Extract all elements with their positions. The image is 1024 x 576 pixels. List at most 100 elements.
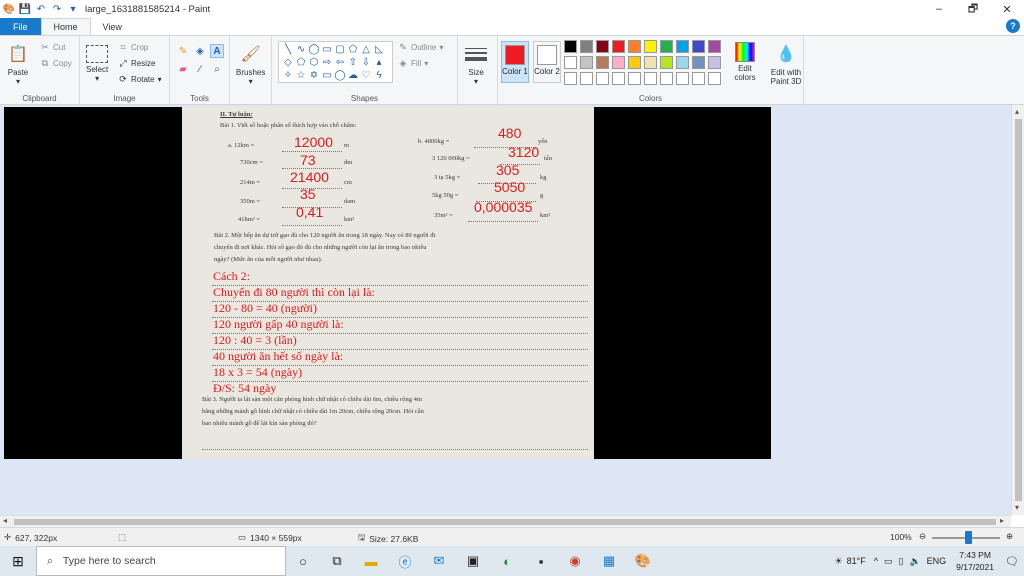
palette-swatch[interactable] xyxy=(676,56,689,69)
outline-button[interactable]: ✎ Outline ▾ xyxy=(398,42,443,52)
cloud-callout-shape-icon[interactable]: ☁ xyxy=(347,70,359,81)
color1-button[interactable]: Color 1 xyxy=(501,41,529,83)
four-point-star-shape-icon[interactable]: ✧ xyxy=(282,70,294,81)
fill-button[interactable]: ◈ Fill ▾ xyxy=(398,58,429,68)
palette-swatch[interactable] xyxy=(708,56,721,69)
tray-overflow-icon[interactable]: ^ xyxy=(874,556,878,566)
zoom-in-icon[interactable]: ⊕ xyxy=(1006,531,1013,542)
hexagon-shape-icon[interactable]: ⬡ xyxy=(308,57,320,68)
language-indicator[interactable]: ENG xyxy=(927,556,947,566)
five-point-star-shape-icon[interactable]: ☆ xyxy=(295,70,307,81)
edge-icon[interactable]: ◐ xyxy=(490,546,524,576)
color-picker-icon[interactable]: ⁄ xyxy=(193,62,207,76)
line-shape-icon[interactable]: ╲ xyxy=(282,44,294,55)
palette-swatch[interactable] xyxy=(628,56,641,69)
six-point-star-shape-icon[interactable]: ✡ xyxy=(308,70,320,81)
store-icon[interactable]: ▣ xyxy=(456,546,490,576)
chrome-icon[interactable]: ◉ xyxy=(558,546,592,576)
palette-swatch[interactable] xyxy=(564,56,577,69)
palette-swatch[interactable] xyxy=(612,56,625,69)
crop-button[interactable]: ⌗ Crop xyxy=(118,42,148,52)
edit-with-paint3d-button[interactable]: 💧 Edit with Paint 3D xyxy=(766,42,806,86)
fill-bucket-icon[interactable]: ◈ xyxy=(193,44,207,58)
diamond-shape-icon[interactable]: ◇ xyxy=(282,57,294,68)
palette-swatch[interactable] xyxy=(628,40,641,53)
palette-swatch[interactable] xyxy=(564,40,577,53)
pentagon-shape-icon[interactable]: ⬠ xyxy=(295,57,307,68)
palette-swatch[interactable] xyxy=(644,56,657,69)
palette-swatch[interactable] xyxy=(660,40,673,53)
brushes-button[interactable]: 🖌 Brushes ▾ xyxy=(236,42,265,86)
edge-legacy-icon[interactable]: ⓔ xyxy=(388,546,422,576)
up-arrow-shape-icon[interactable]: ⇧ xyxy=(347,57,359,68)
redo-icon[interactable]: ↷ xyxy=(51,3,63,15)
notifications-icon[interactable]: 🗨 xyxy=(1000,555,1024,568)
left-arrow-shape-icon[interactable]: ⇦ xyxy=(334,57,346,68)
save-icon[interactable]: 💾 xyxy=(19,3,31,15)
tab-home[interactable]: Home xyxy=(40,18,91,35)
palette-swatch[interactable] xyxy=(692,72,705,85)
cut-button[interactable]: ✂ Cut xyxy=(40,42,65,52)
zoom-slider-thumb[interactable] xyxy=(965,531,972,544)
copy-button[interactable]: ⧉ Copy xyxy=(40,58,72,68)
color2-button[interactable]: Color 2 xyxy=(533,41,561,83)
battery-icon[interactable]: ▯ xyxy=(898,556,903,567)
zoom-out-icon[interactable]: ⊖ xyxy=(919,531,926,542)
palette-swatch[interactable] xyxy=(596,40,609,53)
oval-callout-shape-icon[interactable]: ◯ xyxy=(334,70,346,81)
paint-taskbar-icon[interactable]: 🎨 xyxy=(626,546,660,576)
lightning-shape-icon[interactable]: ϟ xyxy=(373,70,385,81)
network-icon[interactable]: ▭ xyxy=(884,556,893,567)
resize-button[interactable]: ⤢ Resize xyxy=(118,58,155,68)
right-arrow-shape-icon[interactable]: ⇨ xyxy=(321,57,333,68)
task-view-icon[interactable]: ⧉ xyxy=(320,546,354,576)
scroll-shapes-icon[interactable]: ▴ xyxy=(373,57,385,68)
palette-swatch[interactable] xyxy=(644,72,657,85)
scroll-left-icon[interactable]: ◂ xyxy=(3,516,7,525)
cortana-icon[interactable]: ○ xyxy=(286,546,320,576)
close-button[interactable]: ✕ xyxy=(990,0,1024,18)
down-arrow-shape-icon[interactable]: ⇩ xyxy=(360,57,372,68)
select-button[interactable]: Select ▾ xyxy=(86,42,108,83)
palette-swatch[interactable] xyxy=(580,40,593,53)
palette-swatch[interactable] xyxy=(580,56,593,69)
app-icon[interactable]: ▪ xyxy=(524,546,558,576)
horizontal-scroll-thumb[interactable] xyxy=(14,519,996,525)
volume-icon[interactable]: 🔈 xyxy=(909,556,920,567)
palette-swatch[interactable] xyxy=(660,72,673,85)
palette-swatch[interactable] xyxy=(612,40,625,53)
rect-callout-shape-icon[interactable]: ▭ xyxy=(321,70,333,81)
scroll-right-icon[interactable]: ▸ xyxy=(1000,516,1004,525)
taskbar-search-box[interactable]: ⌕ Type here to search xyxy=(36,546,286,576)
palette-swatch[interactable] xyxy=(596,56,609,69)
undo-icon[interactable]: ↶ xyxy=(35,3,47,15)
magnifier-icon[interactable]: ⌕ xyxy=(210,62,224,76)
customize-quick-access-icon[interactable]: ▾ xyxy=(67,3,79,15)
palette-swatch[interactable] xyxy=(692,56,705,69)
rounded-rectangle-shape-icon[interactable]: ▢ xyxy=(334,44,346,55)
palette-swatch[interactable] xyxy=(692,40,705,53)
eraser-icon[interactable]: ▰ xyxy=(176,62,190,76)
tab-file[interactable]: File xyxy=(0,18,41,35)
maximize-button[interactable]: 🗗 xyxy=(956,0,990,18)
rectangle-shape-icon[interactable]: ▭ xyxy=(321,44,333,55)
right-triangle-shape-icon[interactable]: ◺ xyxy=(373,44,385,55)
palette-swatch[interactable] xyxy=(676,40,689,53)
paste-button[interactable]: 📋 Paste ▾ xyxy=(6,42,30,86)
palette-swatch[interactable] xyxy=(564,72,577,85)
edit-colors-button[interactable]: Edit colors xyxy=(730,42,760,82)
palette-swatch[interactable] xyxy=(708,72,721,85)
palette-swatch[interactable] xyxy=(628,72,641,85)
rotate-button[interactable]: ⟳ Rotate ▾ xyxy=(118,74,161,84)
heart-shape-icon[interactable]: ♡ xyxy=(360,70,372,81)
horizontal-scrollbar[interactable]: ◂ ▸ xyxy=(0,515,1011,527)
file-explorer-icon[interactable]: ▬ xyxy=(354,546,388,576)
polygon-shape-icon[interactable]: ⬠ xyxy=(347,44,359,55)
vertical-scrollbar[interactable]: ▴ ▾ xyxy=(1011,105,1024,515)
triangle-shape-icon[interactable]: △ xyxy=(360,44,372,55)
size-button[interactable]: Size ▾ xyxy=(464,42,488,86)
curve-shape-icon[interactable]: ∿ xyxy=(295,44,307,55)
palette-swatch[interactable] xyxy=(596,72,609,85)
palette-swatch[interactable] xyxy=(612,72,625,85)
help-icon[interactable]: ? xyxy=(1006,19,1020,33)
